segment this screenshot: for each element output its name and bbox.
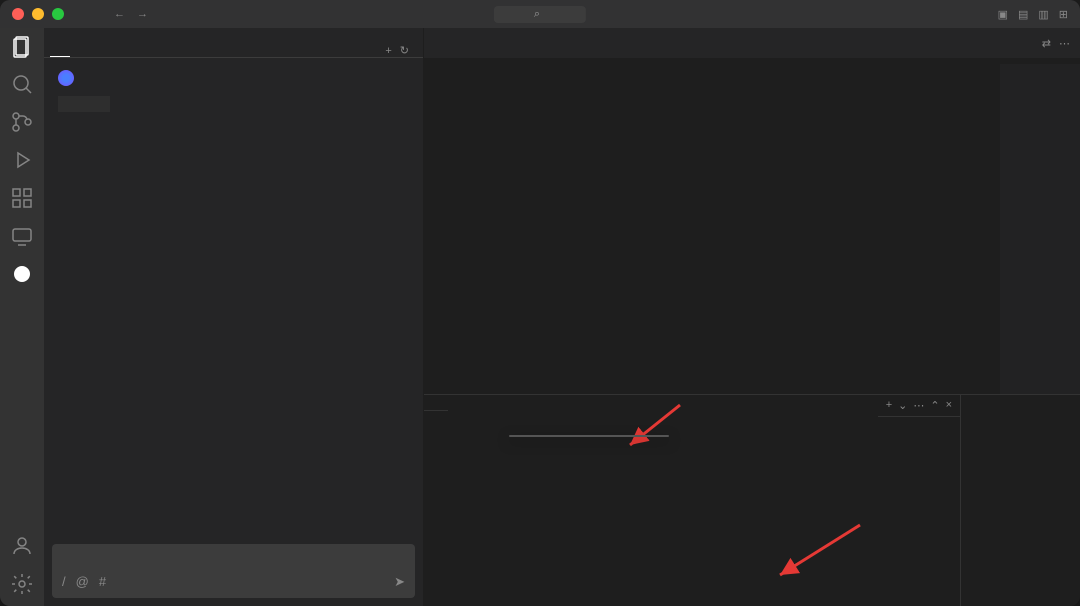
panel-more-icon[interactable]: ⋯: [913, 399, 924, 412]
new-chat-icon[interactable]: +: [385, 45, 391, 57]
window-controls: [12, 8, 64, 20]
history-icon[interactable]: ↻: [400, 44, 409, 57]
chat-tab[interactable]: [50, 44, 70, 57]
zoom-window[interactable]: [52, 8, 64, 20]
terminal-list: [960, 395, 1080, 606]
ai-assistant-icon[interactable]: [10, 262, 34, 286]
terminal-context-menu[interactable]: [509, 435, 669, 437]
minimize-window[interactable]: [32, 8, 44, 20]
account-icon[interactable]: [10, 534, 34, 558]
layout-left-icon[interactable]: ▣: [998, 8, 1008, 21]
remote-icon[interactable]: [10, 224, 34, 248]
search-icon: ⌕: [534, 8, 540, 21]
minimap[interactable]: [1000, 64, 1080, 394]
code-content[interactable]: [464, 64, 1080, 394]
activity-bar: [0, 28, 44, 606]
close-panel-icon[interactable]: ×: [946, 399, 952, 412]
nav-back-icon[interactable]: ←: [114, 8, 125, 20]
bottom-panel: + ⌄ ⋯ ⌃ ×: [424, 394, 1080, 606]
send-icon[interactable]: ➤: [394, 574, 405, 590]
layout-right-icon[interactable]: ▥: [1038, 8, 1048, 21]
ai-logo-icon: [58, 70, 74, 86]
line-gutter: [424, 64, 464, 394]
debug-icon[interactable]: [10, 148, 34, 172]
code-editor[interactable]: [424, 64, 1080, 394]
ai-chat-panel: + ↻ / @ # ➤: [44, 28, 424, 606]
source-control-icon[interactable]: [10, 110, 34, 134]
chat-input[interactable]: [62, 552, 405, 566]
explorer-icon[interactable]: [10, 34, 34, 58]
layout-custom-icon[interactable]: ⊞: [1059, 8, 1068, 21]
extensions-icon[interactable]: [10, 186, 34, 210]
mention-icon[interactable]: @: [76, 574, 89, 590]
compare-icon[interactable]: ⇄: [1042, 37, 1051, 50]
editor-tabs: ⇄ ⋯: [424, 28, 1080, 58]
panel-tabs: [424, 402, 448, 411]
nav-forward-icon[interactable]: →: [137, 8, 148, 20]
close-window[interactable]: [12, 8, 24, 20]
context-icon[interactable]: #: [99, 574, 106, 590]
terminal-output[interactable]: [424, 417, 960, 606]
chat-messages: [44, 58, 423, 536]
maximize-panel-icon[interactable]: ⌃: [930, 399, 939, 412]
command-center[interactable]: ⌕: [494, 6, 586, 23]
more-icon[interactable]: ⋯: [1059, 37, 1070, 50]
search-icon[interactable]: [10, 72, 34, 96]
titlebar: ← → ⌕ ▣ ▤ ▥ ⊞: [0, 0, 1080, 28]
new-terminal-icon[interactable]: +: [886, 399, 892, 412]
settings-gear-icon[interactable]: [10, 572, 34, 596]
terminal-dropdown-icon[interactable]: ⌄: [898, 399, 907, 412]
panel-title: [44, 28, 423, 44]
layout-bottom-icon[interactable]: ▤: [1018, 8, 1028, 21]
slash-command-icon[interactable]: /: [62, 574, 66, 590]
editor-group: ⇄ ⋯ + ⌄ ⋯ ⌃: [424, 28, 1080, 606]
chat-input-box[interactable]: / @ # ➤: [52, 544, 415, 598]
